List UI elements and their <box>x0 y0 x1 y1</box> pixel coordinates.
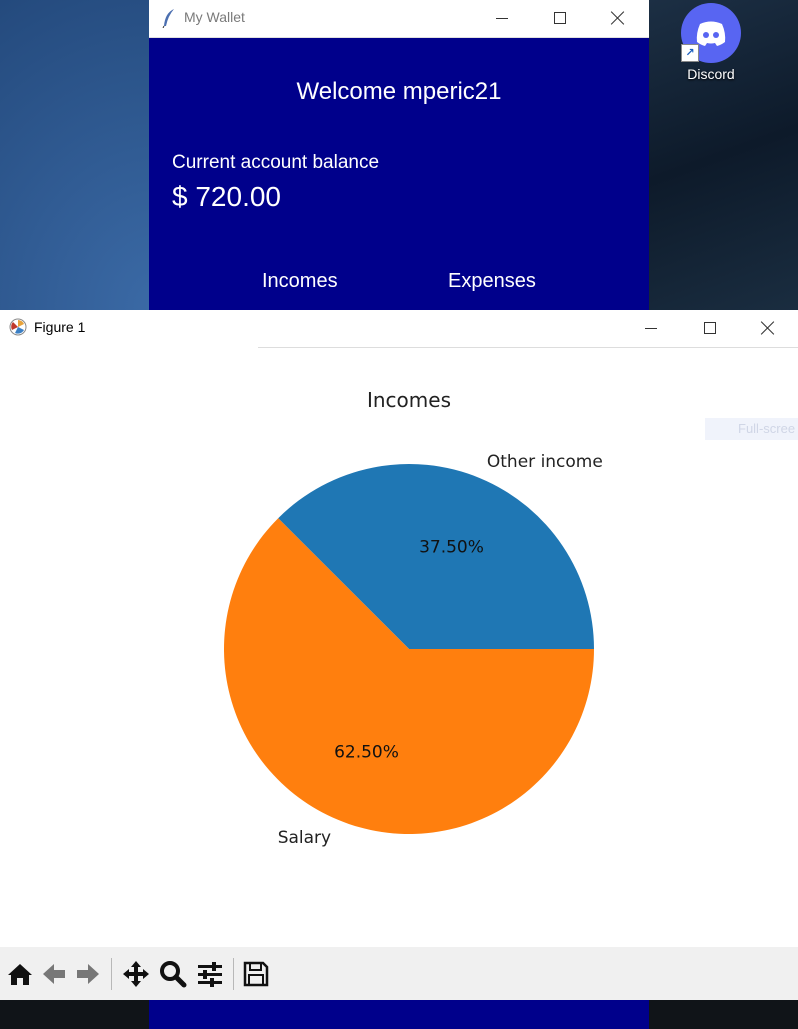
pie-percent-label: 62.50% <box>334 743 399 763</box>
figure-title: Figure 1 <box>34 319 86 335</box>
expenses-button[interactable]: Expenses <box>448 270 536 293</box>
pie-slice-label: Other income <box>487 452 603 472</box>
minimize-button[interactable] <box>479 0 525 36</box>
zoom-icon[interactable] <box>159 960 187 988</box>
discord-label: Discord <box>687 66 735 82</box>
pan-icon[interactable] <box>122 960 150 988</box>
toolbar-separator <box>233 958 234 990</box>
pie-percent-label: 37.50% <box>419 537 484 557</box>
toolbar-separator <box>111 958 112 990</box>
pie-slice-label: Salary <box>278 828 331 848</box>
figure-close-button[interactable] <box>745 310 791 346</box>
balance-label: Current account balance <box>172 152 380 173</box>
figure-titlebar[interactable]: Figure 1 <box>0 310 798 347</box>
pie-chart: Incomes 37.50% Other income 62.50% Salary <box>224 388 603 848</box>
maximize-icon <box>704 322 716 334</box>
maximize-button[interactable] <box>537 0 583 36</box>
minimize-icon <box>496 17 508 19</box>
close-button[interactable] <box>595 0 641 36</box>
maximize-icon <box>554 12 566 24</box>
incomes-button[interactable]: Incomes <box>262 270 338 293</box>
wallet-window: My Wallet Welcome mperic21 Current accou… <box>149 0 649 310</box>
balance-value: $ 720.00 <box>172 181 281 212</box>
forward-arrow-icon[interactable] <box>74 960 102 988</box>
plot-toolbar <box>0 947 798 1000</box>
wallet-titlebar[interactable]: My Wallet <box>149 0 649 38</box>
welcome-text: Welcome mperic21 <box>296 78 502 105</box>
close-icon <box>611 11 625 25</box>
chart-title: Incomes <box>367 388 451 412</box>
wallet-window-bottom <box>149 1000 649 1029</box>
home-icon[interactable] <box>6 960 34 988</box>
figure-minimize-button[interactable] <box>628 310 674 346</box>
shortcut-arrow-icon: ↗ <box>681 44 699 62</box>
back-arrow-icon[interactable] <box>40 960 68 988</box>
wallet-title: My Wallet <box>184 9 245 25</box>
discord-shortcut[interactable]: ↗ Discord <box>676 2 746 88</box>
close-icon <box>761 321 775 335</box>
save-icon[interactable] <box>242 960 270 988</box>
matplotlib-icon <box>9 318 27 336</box>
configure-subplots-icon[interactable] <box>196 960 224 988</box>
feather-icon <box>162 9 174 28</box>
figure-maximize-button[interactable] <box>687 310 733 346</box>
figure-window: Figure 1 Full-scree Incomes 37.50% Other … <box>0 310 798 1000</box>
minimize-icon <box>645 327 657 329</box>
